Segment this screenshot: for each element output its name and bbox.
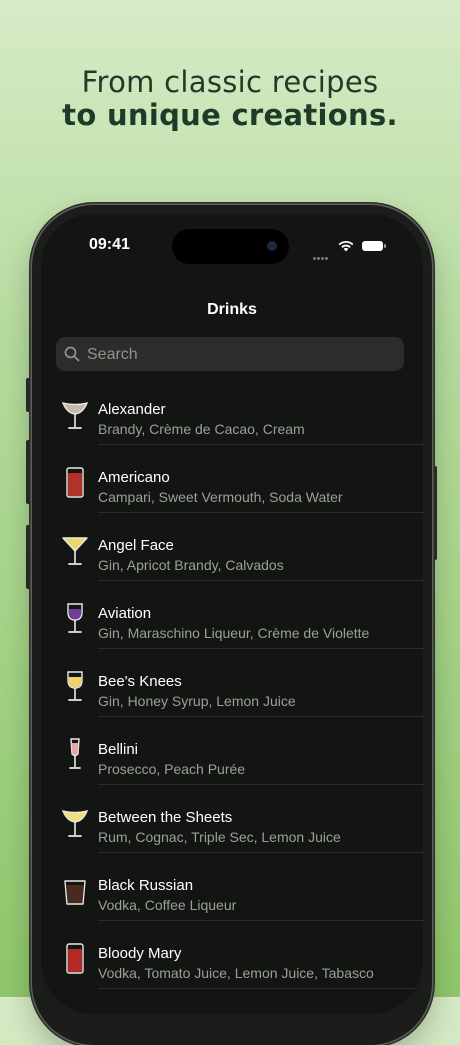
drink-name: Angel Face: [98, 537, 174, 554]
highball-icon: [61, 941, 89, 975]
coupe-icon: [61, 397, 89, 431]
drink-row[interactable]: Bee's Knees Gin, Honey Syrup, Lemon Juice: [41, 649, 423, 717]
drink-name: Bloody Mary: [98, 945, 182, 962]
headline-line-2: to unique creations.: [62, 98, 398, 132]
drink-name: Bee's Knees: [98, 673, 182, 690]
rocks-icon: [61, 873, 89, 907]
row-divider: [98, 988, 423, 989]
drink-ingredients: Gin, Apricot Brandy, Calvados: [98, 557, 284, 573]
drink-row[interactable]: Alexander Brandy, Crème de Cacao, Cream: [41, 377, 423, 445]
drink-ingredients: Gin, Maraschino Liqueur, Crème de Violet…: [98, 625, 370, 641]
drink-ingredients: Vodka, Tomato Juice, Lemon Juice, Tabasc…: [98, 965, 374, 981]
drink-ingredients: Rum, Cognac, Triple Sec, Lemon Juice: [98, 829, 341, 845]
drink-ingredients: Vodka, Coffee Liqueur: [98, 897, 237, 913]
drink-name: Black Russian: [98, 877, 194, 894]
drink-row[interactable]: Aviation Gin, Maraschino Liqueur, Crème d…: [41, 581, 423, 649]
phone-volume-up-button: [26, 440, 31, 504]
drink-ingredients: Brandy, Crème de Cacao, Cream: [98, 421, 305, 437]
drink-ingredients: Gin, Honey Syrup, Lemon Juice: [98, 693, 296, 709]
drink-name: Between the Sheets: [98, 809, 233, 826]
drink-row[interactable]: Black Russian Vodka, Coffee Liqueur: [41, 853, 423, 921]
search-icon: [64, 346, 80, 362]
drink-ingredients: Campari, Sweet Vermouth, Soda Water: [98, 489, 343, 505]
drink-ingredients: Prosecco, Peach Purée: [98, 761, 246, 777]
wine-icon: [61, 601, 89, 635]
drink-name: Alexander: [98, 401, 166, 418]
flute-icon: [61, 737, 89, 771]
drink-row[interactable]: Between the Sheets Rum, Cognac, Triple Se…: [41, 785, 423, 853]
drinks-list: Alexander Brandy, Crème de Cacao, Cream Am…: [41, 377, 423, 989]
status-time: 09:41: [89, 236, 130, 253]
phone-side-button: [432, 466, 437, 560]
drink-row[interactable]: Bellini Prosecco, Peach Purée: [41, 717, 423, 785]
camera-icon: [267, 241, 277, 251]
coupe-icon: [61, 805, 89, 839]
drink-row[interactable]: Angel Face Gin, Apricot Brandy, Calvados: [41, 513, 423, 581]
drink-name: Bellini: [98, 741, 139, 758]
highball-icon: [61, 465, 89, 499]
drink-name: Americano: [98, 469, 170, 486]
search-bar[interactable]: [56, 337, 404, 373]
headline: From classic recipes to unique creations…: [0, 66, 460, 132]
cellular-signal-icon: [313, 247, 331, 260]
phone-action-button: [26, 378, 31, 412]
drink-row[interactable]: Americano Campari, Sweet Vermouth, Soda W…: [41, 445, 423, 513]
wifi-icon: [338, 240, 354, 252]
drink-row[interactable]: Bloody Mary Vodka, Tomato Juice, Lemon Ju…: [41, 921, 423, 989]
status-bar: 09:41: [41, 214, 423, 274]
dynamic-island: [172, 229, 289, 264]
phone-screen: 09:41 Drinks Alexander Brandy, Crème de C…: [41, 214, 423, 1014]
search-input[interactable]: [85, 337, 389, 373]
headline-line-1: From classic recipes: [81, 65, 379, 99]
phone-volume-down-button: [26, 525, 31, 589]
battery-icon: [362, 241, 386, 251]
martini-icon: [61, 533, 89, 567]
wine-icon: [61, 669, 89, 703]
drink-name: Aviation: [98, 605, 152, 622]
page-title: Drinks: [207, 301, 257, 318]
